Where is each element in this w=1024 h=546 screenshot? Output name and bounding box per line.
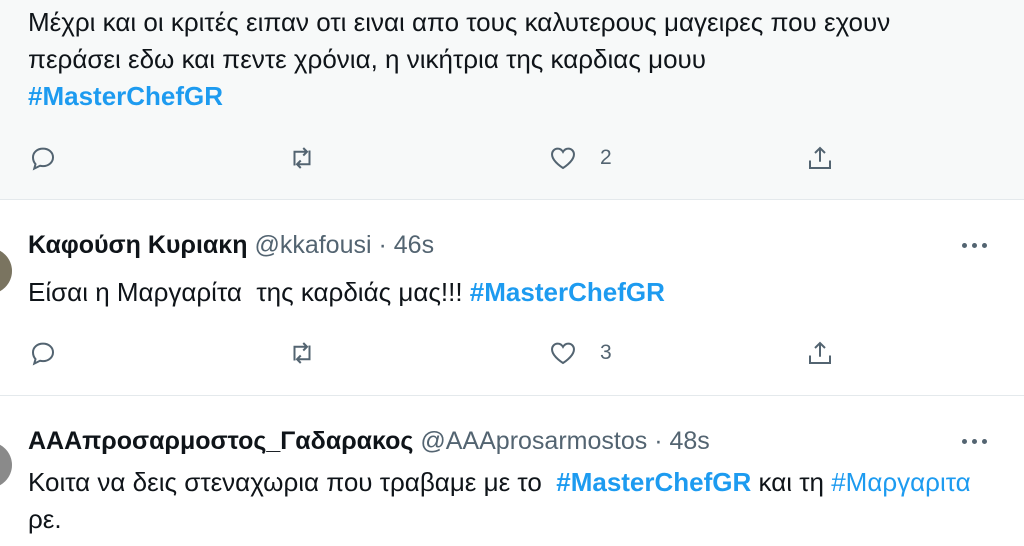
user-handle[interactable]: @kkafousi (254, 231, 371, 259)
retweet-button[interactable] (287, 333, 317, 373)
reply-button[interactable] (28, 333, 58, 373)
timestamp[interactable]: 46s (394, 231, 434, 259)
retweet-button[interactable] (287, 138, 317, 178)
more-icon (981, 242, 987, 248)
tweet-2-header: Καφούση Κυριακη @kkafousi · 46s (28, 230, 434, 260)
more-icon (971, 438, 977, 444)
tweet-3-text: Κοιτα να δεις στεναχωρια που τραβαμε με … (28, 467, 978, 534)
heart-icon (551, 342, 575, 365)
tweet-1-text: Μέχρι και οι κριτές ειπαν οτι ειναι απο … (28, 7, 898, 111)
tweet-3[interactable]: ΑΑΑπροσαρμοστος_Γαδαρακος @AAAprosarmost… (0, 396, 1024, 546)
retweet-icon (293, 147, 311, 169)
display-name[interactable]: ΑΑΑπροσαρμοστος_Γαδαρακος (28, 427, 413, 455)
hashtag-link[interactable]: #Μαργαριτα (831, 467, 970, 497)
more-options-button[interactable] (954, 426, 994, 456)
user-handle[interactable]: @AAAprosarmostos (420, 427, 647, 455)
more-options-button[interactable] (954, 230, 994, 260)
share-icon (809, 146, 831, 169)
reply-button[interactable] (28, 138, 58, 178)
separator-dot: · (378, 231, 387, 259)
like-count: 2 (600, 146, 612, 169)
share-button[interactable] (805, 138, 835, 178)
more-icon (961, 438, 967, 444)
more-icon (971, 242, 977, 248)
avatar[interactable] (0, 442, 12, 488)
hashtag-link[interactable]: #MasterChefGR (28, 81, 223, 111)
tweet-2[interactable]: Καφούση Κυριακη @kkafousi · 46s Είσαι η … (0, 200, 1024, 396)
reply-icon (31, 342, 55, 366)
share-icon (809, 341, 831, 364)
like-count: 3 (600, 341, 612, 364)
heart-icon (551, 147, 575, 170)
reply-icon (31, 147, 55, 171)
like-button[interactable]: 3 (548, 333, 612, 373)
more-icon (961, 242, 967, 248)
avatar[interactable] (0, 248, 12, 294)
tweet-3-header: ΑΑΑπροσαρμοστος_Γαδαρακος @AAAprosarmost… (28, 426, 710, 456)
hashtag-link[interactable]: #MasterChefGR (556, 467, 751, 497)
tweet-2-actions: 3 (0, 333, 1024, 373)
tweet-1-actions: 2 (0, 138, 1024, 178)
timestamp[interactable]: 48s (669, 427, 709, 455)
retweet-icon (293, 342, 311, 364)
separator-dot: · (654, 427, 663, 455)
tweet-2-text: Είσαι η Μαργαρίτα της καρδιάς μας!!! #Ma… (28, 277, 665, 307)
display-name[interactable]: Καφούση Κυριακη (28, 231, 247, 259)
like-button[interactable]: 2 (548, 138, 612, 178)
share-button[interactable] (805, 333, 835, 373)
more-icon (981, 438, 987, 444)
hashtag-link[interactable]: #MasterChefGR (470, 277, 665, 307)
tweet-1[interactable]: Μέχρι και οι κριτές ειπαν οτι ειναι απο … (0, 0, 1024, 200)
